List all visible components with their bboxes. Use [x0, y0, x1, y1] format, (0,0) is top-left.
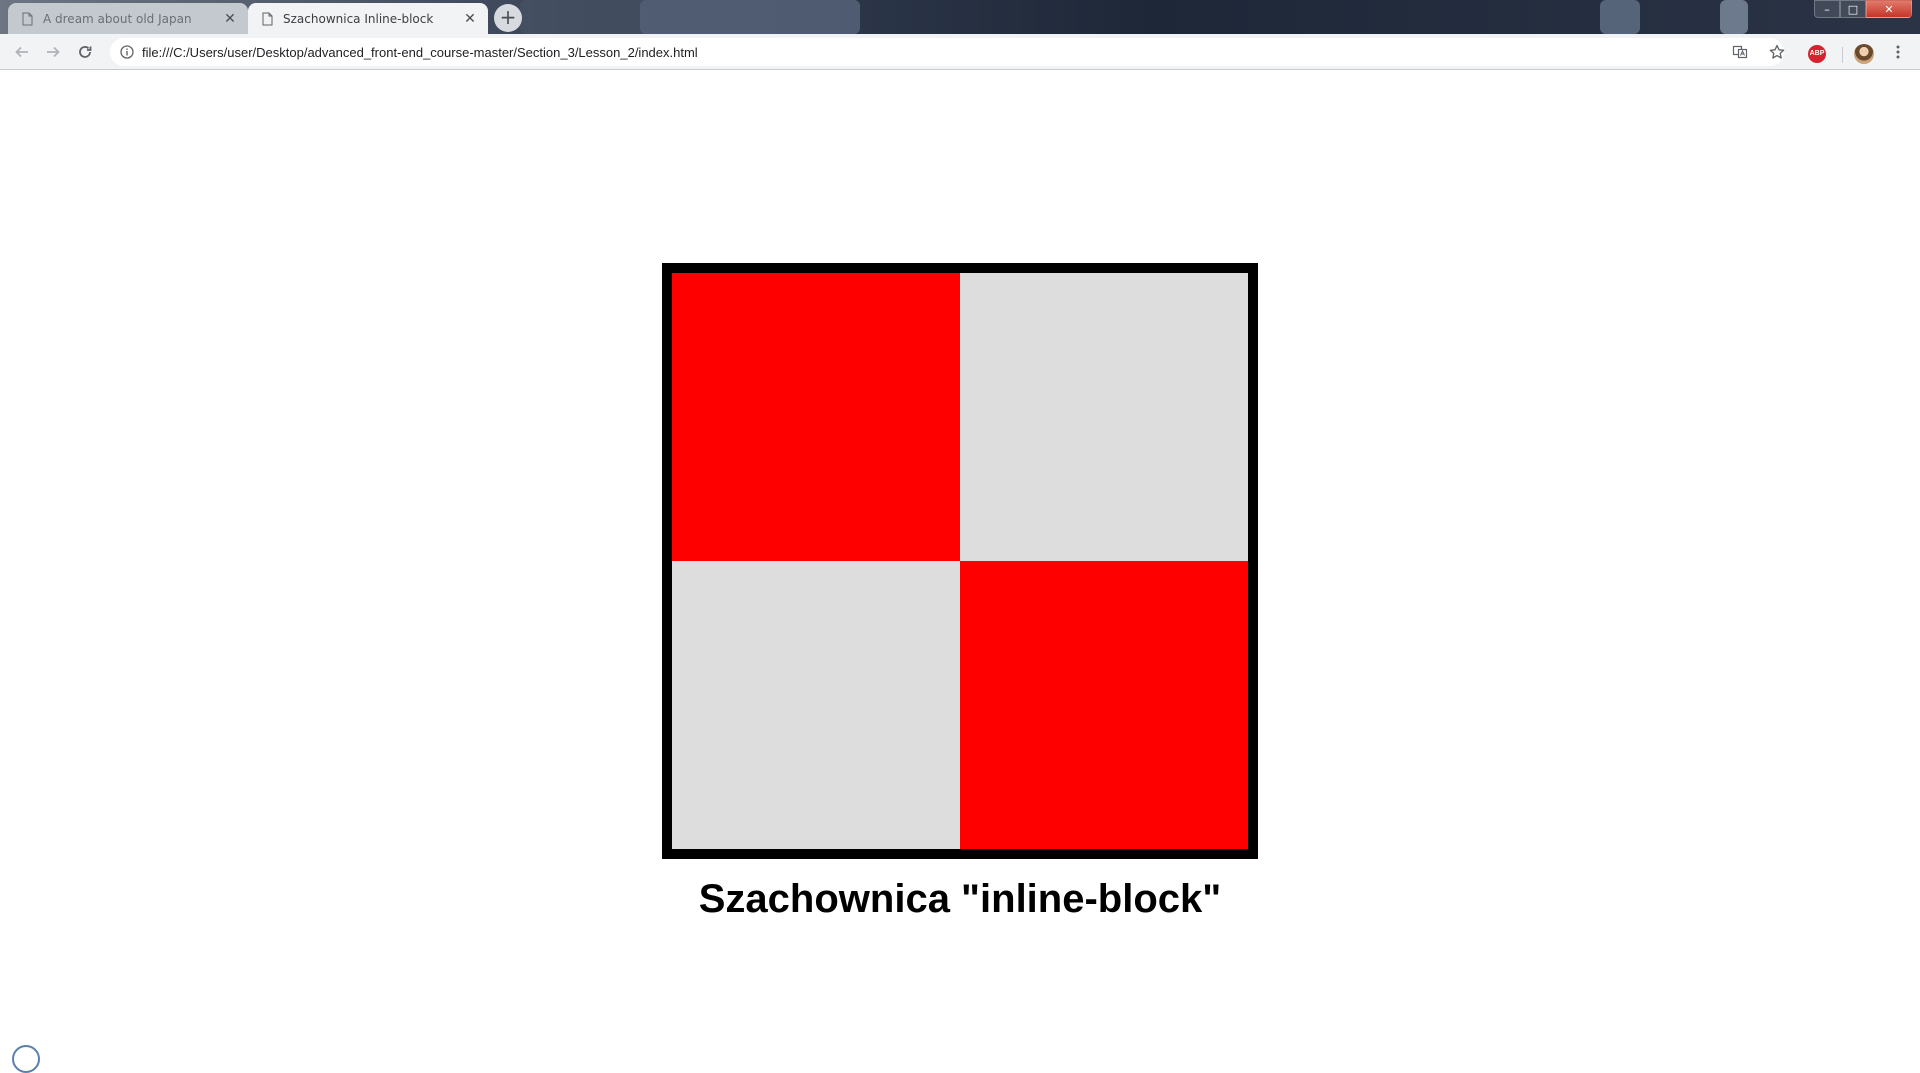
- titlebar-decoration: [640, 0, 860, 34]
- adblock-icon[interactable]: ABP: [1808, 45, 1826, 63]
- address-url[interactable]: file:///C:/Users/user/Desktop/advanced_f…: [142, 45, 698, 60]
- tab-strip: A dream about old Japan ✕ Szachownica In…: [0, 0, 1920, 34]
- back-button[interactable]: [8, 38, 36, 66]
- tab-title: Szachownica Inline-block: [283, 11, 434, 26]
- board-cell-red: [672, 273, 960, 561]
- chessboard: [662, 263, 1258, 859]
- profile-avatar-icon[interactable]: [1854, 44, 1874, 64]
- taskbar-logo-icon: [12, 1045, 40, 1073]
- page-viewport: Szachownica "inline-block": [0, 71, 1920, 1050]
- menu-button[interactable]: [1884, 38, 1912, 66]
- translate-icon: [1732, 45, 1748, 59]
- tab-szachownica-inline-block[interactable]: Szachownica Inline-block ✕: [248, 3, 488, 34]
- close-icon[interactable]: ✕: [222, 11, 238, 27]
- bookmark-button[interactable]: [1763, 38, 1791, 66]
- tab-dream-about-old-japan[interactable]: A dream about old Japan ✕: [8, 3, 248, 34]
- reload-button[interactable]: [71, 38, 99, 66]
- toolbar-divider: [1842, 47, 1843, 63]
- window-close-button[interactable]: ✕: [1866, 0, 1912, 18]
- forward-button[interactable]: [39, 38, 67, 66]
- page-icon: [262, 12, 273, 25]
- forward-arrow-icon: [47, 46, 60, 58]
- reload-icon: [79, 46, 92, 58]
- board-cell-grey: [672, 561, 960, 849]
- titlebar-decoration: [1600, 0, 1640, 34]
- titlebar-decoration: [1720, 0, 1748, 34]
- board-cell-red: [960, 561, 1248, 849]
- board-cell-grey: [960, 273, 1248, 561]
- address-bar[interactable]: file:///C:/Users/user/Desktop/advanced_f…: [110, 38, 1784, 66]
- back-arrow-icon: [15, 46, 28, 58]
- plus-icon[interactable]: +: [494, 4, 522, 32]
- maximize-button[interactable]: □: [1840, 0, 1866, 18]
- star-icon: [1769, 44, 1785, 59]
- tab-title: A dream about old Japan: [43, 11, 192, 26]
- info-icon[interactable]: [120, 45, 134, 59]
- page-icon: [22, 12, 33, 25]
- browser-toolbar: file:///C:/Users/user/Desktop/advanced_f…: [0, 34, 1920, 70]
- translate-button[interactable]: [1726, 38, 1754, 66]
- page-heading: Szachownica "inline-block": [698, 877, 1222, 921]
- minimize-button[interactable]: –: [1814, 0, 1840, 18]
- more-vert-icon: [1896, 45, 1900, 59]
- close-icon[interactable]: ✕: [462, 11, 478, 27]
